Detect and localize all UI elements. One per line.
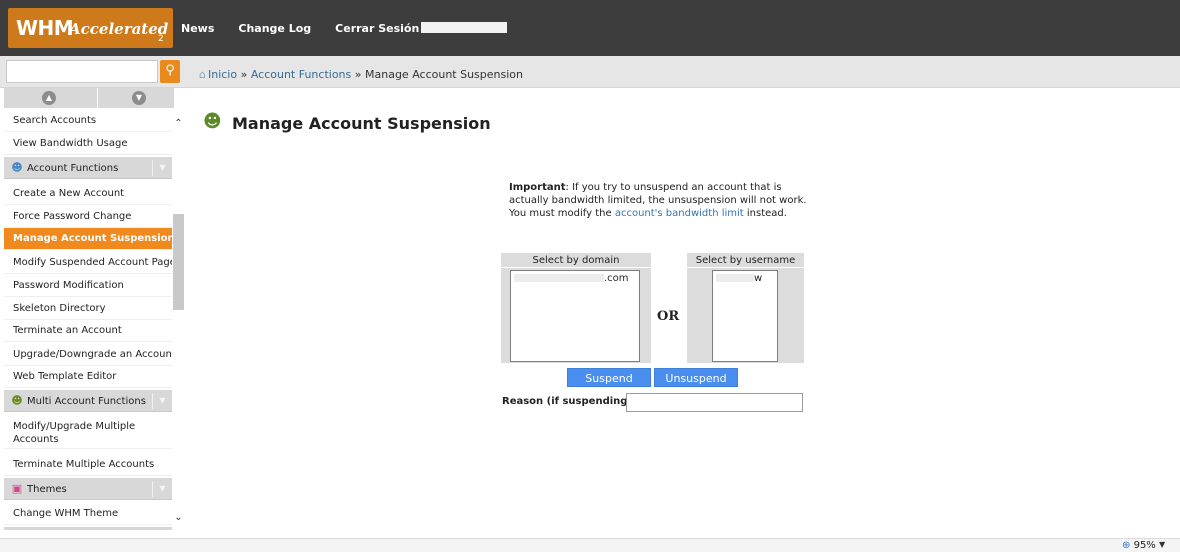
group-label: Themes <box>27 484 67 495</box>
reason-label: Reason (if suspending): <box>502 396 636 407</box>
sidebar-item-terminate-account[interactable]: Terminate an Account <box>4 320 172 342</box>
redacted-username <box>421 22 508 33</box>
theme-icon: ▣ <box>11 482 23 495</box>
sidebar-item-web-template-editor[interactable]: Web Template Editor <box>4 366 172 388</box>
suspend-button[interactable]: Suspend <box>567 368 651 387</box>
scrollbar-thumb[interactable] <box>173 214 184 310</box>
search-button[interactable]: ⚲ <box>160 60 180 83</box>
sidebar-item-manage-suspension[interactable]: Manage Account Suspension <box>4 228 172 250</box>
page-title: Manage Account Suspension <box>232 114 491 133</box>
logo-main-text: WHM <box>16 16 74 40</box>
breadcrumb-sep: » <box>240 68 248 81</box>
sidebar-item-change-theme[interactable]: Change WHM Theme <box>4 503 172 525</box>
sidebar-item-modify-suspended-page[interactable]: Modify Suspended Account Page <box>4 252 172 274</box>
users-icon: ☻ <box>11 161 23 174</box>
nav-change-log[interactable]: Change Log <box>238 22 311 35</box>
group-label: Account Functions <box>27 163 119 174</box>
domain-listbox[interactable]: .com <box>510 270 640 362</box>
sidebar-item-create-account[interactable]: Create a New Account <box>4 183 172 205</box>
sidebar-item-force-password[interactable]: Force Password Change <box>4 206 172 228</box>
unsuspend-button[interactable]: Unsuspend <box>654 368 738 387</box>
folder-icon: ■ <box>10 527 24 530</box>
sidebar-group-multi-account[interactable]: ☻ Multi Account Functions ▼ <box>4 390 172 412</box>
sidebar-item-view-bandwidth[interactable]: View Bandwidth Usage <box>4 133 172 155</box>
domain-select-panel: Select by domain .com <box>501 253 651 363</box>
scroll-up-icon[interactable]: ▲ <box>42 91 56 105</box>
scroll-down-arrow-icon[interactable]: ⌄ <box>173 512 184 523</box>
whm-logo[interactable]: WHM Accelerated 2 <box>8 8 173 48</box>
sidebar-item-password-modification[interactable]: Password Modification <box>4 275 172 297</box>
zoom-level[interactable]: ⊕ 95% <box>1122 540 1156 551</box>
breadcrumb-current: Manage Account Suspension <box>365 68 523 81</box>
sidebar-item-search-accounts[interactable]: Search Accounts <box>4 110 172 132</box>
username-select-panel: Select by username w <box>687 253 804 363</box>
chevron-down-icon[interactable]: ▼ <box>152 393 172 409</box>
important-notice: Important: If you try to unsuspend an ac… <box>509 181 809 220</box>
notice-bold: Important <box>509 182 566 193</box>
group-users-icon: ☻ <box>11 394 23 407</box>
sidebar-item-modify-upgrade-multiple[interactable]: Modify/Upgrade Multiple Accounts <box>4 415 172 449</box>
chevron-down-icon[interactable]: ▼ <box>152 160 172 176</box>
breadcrumb-section[interactable]: Account Functions <box>251 68 351 81</box>
scroll-up-arrow-icon[interactable]: ⌃ <box>173 118 184 129</box>
nav-logout[interactable]: Cerrar Sesión <box>335 22 419 35</box>
username-select-header: Select by username <box>687 253 804 268</box>
accounts-icon: ☻ <box>203 111 222 132</box>
or-label: OR <box>657 309 680 324</box>
top-nav: News Change Log Cerrar Sesión <box>181 22 508 35</box>
breadcrumb: ⌂ Inicio » Account Functions » Manage Acc… <box>199 68 523 81</box>
logo-subscript: 2 <box>158 34 164 44</box>
logo-script-text: Accelerated <box>69 20 169 38</box>
domain-option[interactable]: .com <box>514 273 636 284</box>
sidebar-scrollbar[interactable]: ⌃ ⌄ <box>172 108 185 530</box>
nav-news[interactable]: News <box>181 22 214 35</box>
home-icon: ⌂ <box>199 68 206 81</box>
notice-end: instead. <box>743 208 787 219</box>
search-icon: ⚲ <box>165 63 175 78</box>
top-bar: WHM Accelerated 2 News Change Log Cerrar… <box>0 0 1180 56</box>
username-listbox[interactable]: w <box>712 270 778 362</box>
sidebar-item-skeleton-directory[interactable]: Skeleton Directory <box>4 298 172 320</box>
search-input[interactable] <box>6 60 158 83</box>
sidebar-group-next[interactable]: ■ <box>4 527 172 530</box>
chevron-down-icon[interactable]: ▼ <box>152 481 172 497</box>
zoom-icon: ⊕ <box>1122 540 1131 551</box>
bandwidth-limit-link[interactable]: account's bandwidth limit <box>615 208 744 219</box>
group-label: Multi Account Functions <box>27 396 146 407</box>
domain-select-header: Select by domain <box>501 253 651 268</box>
status-bar <box>0 538 1180 552</box>
sidebar-item-upgrade-downgrade[interactable]: Upgrade/Downgrade an Account <box>4 344 172 366</box>
sidebar-item-terminate-multiple[interactable]: Terminate Multiple Accounts <box>4 454 172 476</box>
sidebar-pager: ▲ ▼ <box>4 88 174 108</box>
zoom-dropdown-icon[interactable]: ▼ <box>1159 540 1165 549</box>
username-option[interactable]: w <box>716 273 774 284</box>
sidebar: ▲ ▼ Search Accounts View Bandwidth Usage… <box>0 88 185 530</box>
reason-input[interactable] <box>626 393 803 412</box>
breadcrumb-sep: » <box>354 68 362 81</box>
nav-logout-wrap: Cerrar Sesión <box>335 22 508 35</box>
breadcrumb-home[interactable]: Inicio <box>208 68 237 81</box>
scroll-down-icon[interactable]: ▼ <box>132 91 146 105</box>
sidebar-group-themes[interactable]: ▣ Themes ▼ <box>4 478 172 500</box>
sidebar-group-account-functions[interactable]: ☻ Account Functions ▼ <box>4 157 172 179</box>
